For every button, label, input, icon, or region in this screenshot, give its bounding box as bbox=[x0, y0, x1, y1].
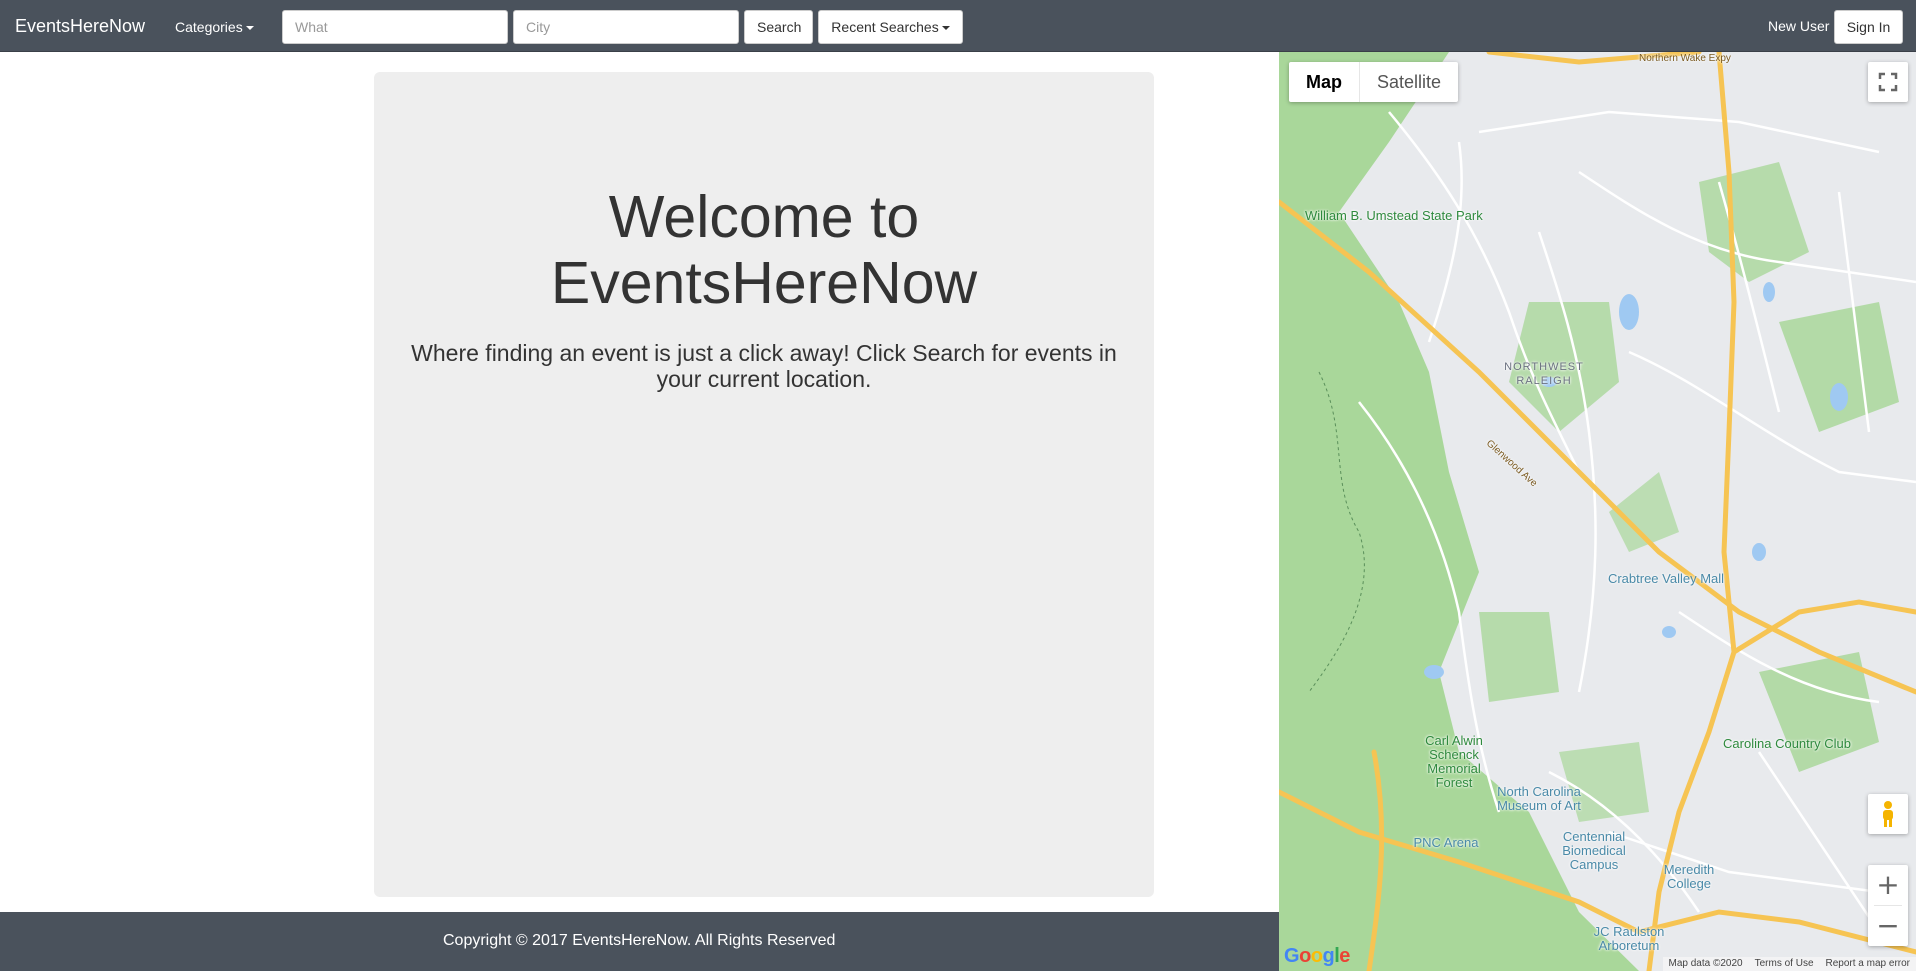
map-label-wake-expy: Northern Wake Expy bbox=[1639, 53, 1731, 64]
map-data-text: Map data ©2020 bbox=[1668, 958, 1743, 969]
street-view-pegman[interactable] bbox=[1868, 794, 1908, 834]
map-label-nw-raleigh: NORTHWEST RALEIGH bbox=[1504, 361, 1584, 387]
categories-label: Categories bbox=[175, 19, 243, 35]
sign-in-button[interactable]: Sign In bbox=[1834, 10, 1903, 44]
search-button[interactable]: Search bbox=[744, 10, 813, 44]
new-user-link[interactable]: New User bbox=[1768, 0, 1829, 52]
fullscreen-icon bbox=[1878, 72, 1898, 92]
zoom-control: + − bbox=[1868, 865, 1908, 946]
map-label-crabtree[interactable]: Crabtree Valley Mall bbox=[1591, 572, 1741, 586]
map-type-control: Map Satellite bbox=[1289, 62, 1459, 102]
map-label-nc-museum[interactable]: North Carolina Museum of Art bbox=[1484, 785, 1594, 813]
map-type-map-button[interactable]: Map bbox=[1289, 62, 1359, 102]
map-label-meredith[interactable]: Meredith College bbox=[1649, 863, 1729, 891]
footer: Copyright © 2017 EventsHereNow. All Righ… bbox=[0, 912, 1279, 971]
fullscreen-button[interactable] bbox=[1868, 62, 1908, 102]
city-input[interactable] bbox=[513, 10, 739, 44]
welcome-panel: Welcome to EventsHereNow Where finding a… bbox=[374, 72, 1154, 897]
recent-searches-label: Recent Searches bbox=[831, 19, 939, 35]
what-input[interactable] bbox=[282, 10, 508, 44]
top-navbar: EventsHereNow Categories Search Recent S… bbox=[0, 0, 1916, 52]
zoom-in-button[interactable]: + bbox=[1868, 865, 1908, 905]
map-label-centennial: Centennial Biomedical Campus bbox=[1562, 829, 1626, 872]
page-title: Welcome to EventsHereNow bbox=[550, 184, 978, 316]
map-panel[interactable]: William B. Umstead State Park NORTHWEST … bbox=[1279, 52, 1916, 971]
report-error-link[interactable]: Report a map error bbox=[1826, 957, 1910, 971]
page-subtitle: Where finding an event is just a click a… bbox=[411, 340, 1117, 392]
pegman-icon bbox=[1883, 801, 1893, 827]
caret-down-icon bbox=[245, 26, 254, 31]
brand-link[interactable]: EventsHereNow bbox=[15, 0, 145, 52]
copyright-text: Copyright © 2017 EventsHereNow. All Righ… bbox=[443, 932, 836, 949]
map-label-umstead[interactable]: William B. Umstead State Park bbox=[1305, 209, 1483, 223]
map-attribution-bar: Map data ©2020 Terms of Use Report a map… bbox=[1662, 957, 1916, 971]
recent-searches-button[interactable]: Recent Searches bbox=[818, 10, 963, 44]
categories-dropdown[interactable]: Categories bbox=[175, 0, 254, 52]
terms-of-use-link[interactable]: Terms of Use bbox=[1755, 957, 1814, 971]
map-label-pnc-arena[interactable]: PNC Arena bbox=[1401, 836, 1491, 850]
google-logo[interactable]: Google bbox=[1284, 945, 1350, 968]
map-type-satellite-button[interactable]: Satellite bbox=[1359, 62, 1458, 102]
zoom-out-button[interactable]: − bbox=[1868, 906, 1908, 946]
map-label-jc-raulston[interactable]: JC Raulston Arboretum bbox=[1579, 925, 1679, 953]
main-content: Welcome to EventsHereNow Where finding a… bbox=[0, 52, 1279, 912]
caret-down-icon bbox=[941, 26, 950, 31]
map-label-carl-alwin[interactable]: Carl Alwin Schenck Memorial Forest bbox=[1409, 734, 1499, 790]
map-label-carolina-cc[interactable]: Carolina Country Club bbox=[1712, 737, 1862, 751]
